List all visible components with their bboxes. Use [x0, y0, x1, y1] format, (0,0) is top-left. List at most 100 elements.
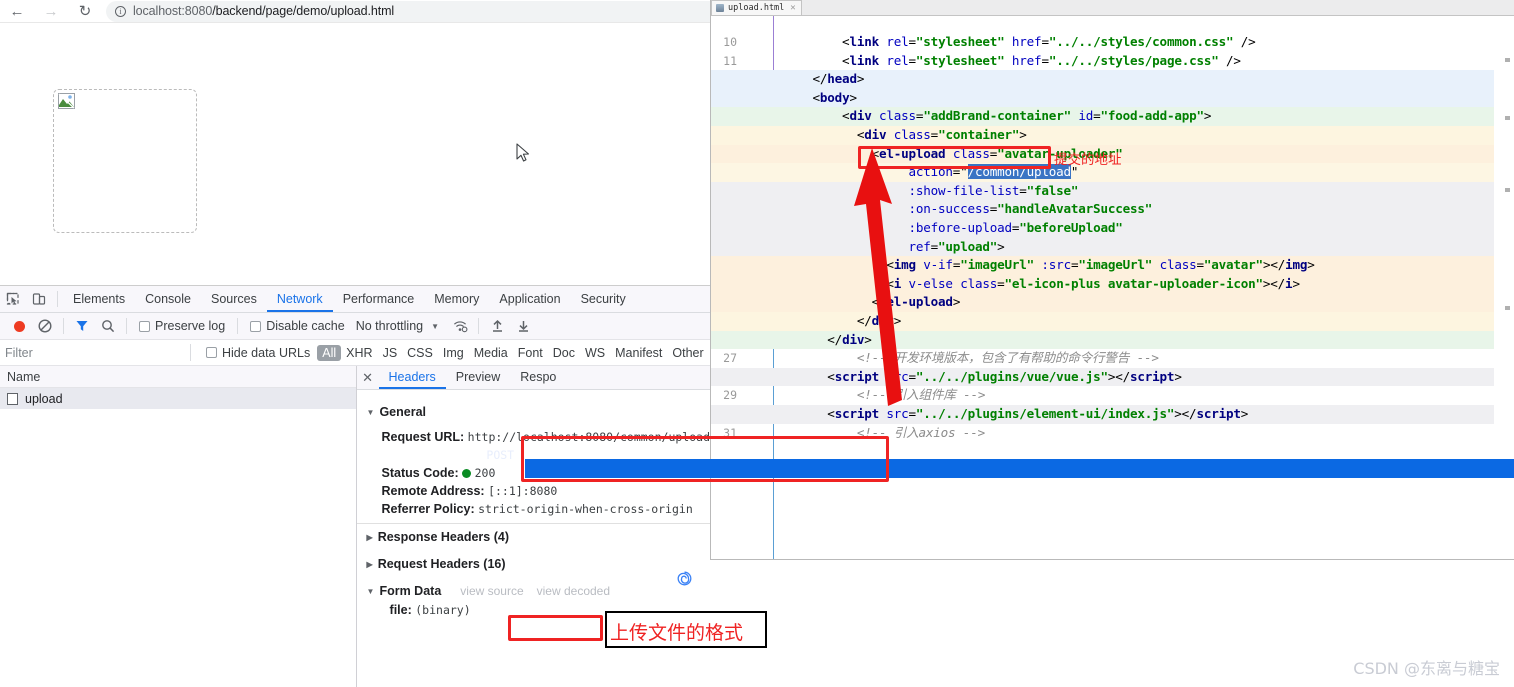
preserve-log-label: Preserve log	[155, 319, 226, 333]
site-info-icon[interactable]: i	[115, 5, 126, 17]
search-button[interactable]	[95, 313, 121, 339]
request-method-row: Request Method: POST	[357, 446, 710, 464]
filter-type-img[interactable]: Img	[438, 345, 469, 361]
back-button[interactable]: ←	[0, 1, 34, 21]
toolbar-divider-5	[478, 318, 480, 334]
code-token: class	[879, 108, 916, 124]
request-name: upload	[25, 391, 63, 406]
filter-type-all[interactable]: All	[317, 344, 342, 361]
code-token: "stylesheet"	[915, 34, 1005, 49]
import-har-icon[interactable]	[484, 313, 510, 339]
filter-type-media[interactable]: Media	[469, 345, 513, 361]
device-toolbar-icon[interactable]	[26, 286, 52, 312]
table-row[interactable]: upload	[0, 388, 356, 409]
view-decoded-link[interactable]: view decoded	[537, 584, 610, 598]
general-section-title[interactable]: ▼ General	[357, 401, 710, 422]
code-token: >	[1292, 275, 1300, 291]
code-editor[interactable]: 1011121314151617181920212223242526272829…	[711, 16, 1514, 559]
reload-button[interactable]: ↻	[68, 1, 102, 21]
code-token: >	[997, 238, 1005, 254]
mouse-cursor-icon	[516, 143, 530, 162]
network-toolbar: Preserve log Disable cache No throttling…	[0, 313, 710, 340]
filter-type-ws[interactable]: WS	[580, 345, 610, 361]
tab-headers[interactable]: Headers	[378, 366, 446, 389]
code-token: =	[908, 52, 917, 68]
devtools-tabbar: Elements Console Sources Network Perform…	[0, 286, 710, 313]
filter-type-doc[interactable]: Doc	[548, 345, 580, 361]
scrollbar-mark	[1505, 306, 1510, 310]
address-bar[interactable]: i localhost:8080/backend/page/demo/uploa…	[106, 0, 710, 22]
preserve-log-checkbox[interactable]: Preserve log	[132, 319, 232, 333]
network-conditions-icon[interactable]	[447, 313, 473, 339]
code-token: "../../styles/common.css"	[1048, 34, 1234, 49]
code-token: <	[783, 368, 835, 384]
tab-application[interactable]: Application	[489, 286, 570, 312]
editor-line: :show-file-list="false"	[783, 182, 1079, 201]
response-headers-section[interactable]: ▶ Response Headers (4)	[357, 526, 710, 547]
close-icon[interactable]: ✕	[357, 370, 379, 386]
code-token: "avatar"	[1203, 257, 1263, 273]
filter-type-css[interactable]: CSS	[402, 345, 438, 361]
code-token: class	[1159, 257, 1197, 273]
view-source-link[interactable]: view source	[460, 584, 523, 598]
filter-type-other[interactable]: Other	[667, 345, 708, 361]
record-stop-icon	[13, 320, 25, 332]
browser-toolbar: ← → ↻ i localhost:8080/backend/page/demo…	[0, 0, 710, 22]
code-token: >	[849, 89, 857, 105]
clear-log-button[interactable]	[32, 313, 58, 339]
request-method-key: Request Method:	[381, 448, 483, 462]
referrer-policy-key: Referrer Policy:	[381, 502, 475, 516]
tab-response[interactable]: Respo	[510, 366, 566, 389]
forward-button[interactable]: →	[34, 1, 68, 21]
request-headers-section[interactable]: ▶ Request Headers (16)	[357, 553, 710, 574]
filter-type-xhr[interactable]: XHR	[341, 345, 377, 361]
code-token: >	[952, 294, 961, 310]
code-token: =	[997, 275, 1005, 291]
tab-sources[interactable]: Sources	[201, 286, 267, 312]
code-token: rel	[886, 52, 909, 68]
code-token: "el-icon-plus avatar-uploader-icon"	[1004, 275, 1264, 291]
filter-input[interactable]	[0, 340, 182, 365]
checkbox-box	[206, 347, 217, 358]
form-data-section[interactable]: ▼ Form Data view source view decoded	[357, 580, 710, 601]
code-token: <	[783, 127, 865, 142]
avatar-upload-box[interactable]	[53, 89, 197, 233]
ide-file-tab[interactable]: upload.html ✕	[711, 0, 802, 15]
section-divider	[356, 523, 710, 524]
chevron-down-icon[interactable]: ▼	[427, 322, 447, 331]
throttling-select[interactable]: No throttling	[352, 319, 427, 333]
headers-content: ▼ General Request URL: http://localhost:…	[356, 390, 710, 619]
tab-performance[interactable]: Performance	[333, 286, 425, 312]
tab-console[interactable]: Console	[135, 286, 201, 312]
code-token: script	[1130, 368, 1175, 384]
tab-elements[interactable]: Elements	[63, 286, 135, 312]
code-token: =	[930, 127, 939, 142]
filter-type-manifest[interactable]: Manifest	[610, 345, 667, 361]
address-path: /backend/page/demo/upload.html	[212, 4, 395, 18]
filter-type-js[interactable]: JS	[378, 345, 403, 361]
annotation-text-form-data: 上传文件的格式	[610, 622, 744, 644]
inspect-element-icon[interactable]	[0, 286, 26, 312]
disable-cache-checkbox[interactable]: Disable cache	[243, 319, 352, 333]
scrollbar-mark	[1505, 116, 1510, 120]
tab-memory[interactable]: Memory	[424, 286, 489, 312]
checkbox-box	[250, 320, 262, 332]
checkbox-box	[139, 320, 150, 332]
editor-line: action="/common/upload"	[783, 163, 1079, 182]
editor-line: <body>	[783, 89, 858, 108]
export-har-icon[interactable]	[510, 313, 536, 339]
code-token: =	[908, 406, 917, 421]
hide-data-urls-checkbox[interactable]: Hide data URLs	[199, 346, 317, 360]
code-token: =	[908, 34, 917, 49]
tab-network[interactable]: Network	[266, 286, 333, 312]
status-code-key: Status Code:	[381, 466, 459, 480]
filter-type-font[interactable]: Font	[513, 345, 548, 361]
filter-button[interactable]	[69, 313, 95, 339]
tab-security[interactable]: Security	[571, 286, 636, 312]
record-button[interactable]	[6, 313, 32, 339]
request-list: Name upload	[0, 366, 357, 687]
tab-preview[interactable]: Preview	[446, 366, 510, 389]
close-icon[interactable]: ✕	[790, 3, 795, 13]
